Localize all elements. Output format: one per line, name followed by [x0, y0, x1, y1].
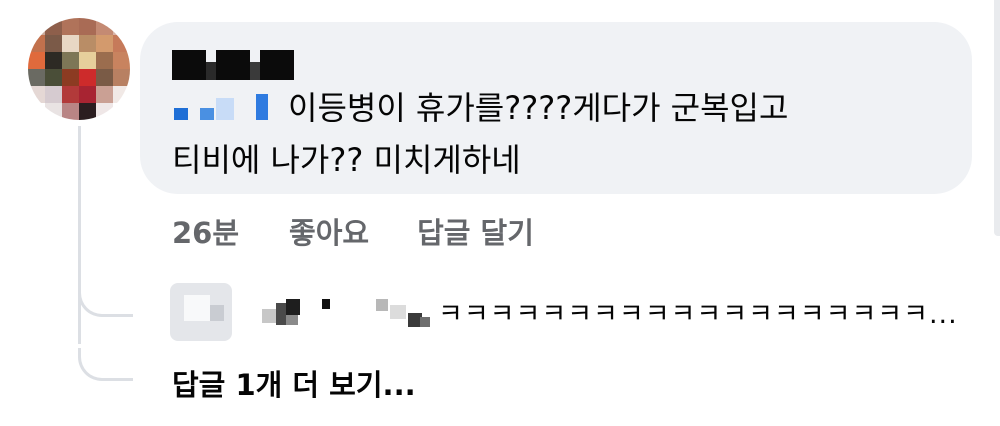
- pixelated-avatar-image: [28, 18, 130, 120]
- like-button[interactable]: 좋아요: [289, 210, 369, 252]
- reply-author-redacted[interactable]: [258, 295, 438, 329]
- comment-text-line-1: 이등병이 휴가를????게다가 군복입고: [288, 89, 789, 127]
- author-name-redacted[interactable]: [172, 50, 294, 80]
- reply-avatar[interactable]: [170, 283, 232, 341]
- thread-branch-line: [78, 284, 133, 317]
- reply-preview-text: ㅋㅋㅋㅋㅋㅋㅋㅋㅋㅋㅋㅋㅋㅋㅋㅋㅋㅋㅋ...: [438, 299, 958, 330]
- thread-connector-line: [78, 126, 81, 344]
- comment-thread: 이등병이 휴가를????게다가 군복입고 티비에 나가?? 미치게하네 26분 …: [0, 0, 1000, 426]
- thread-branch-line: [78, 348, 133, 381]
- pixelated-avatar-block: [210, 305, 224, 321]
- reply-preview[interactable]: ㅋㅋㅋㅋㅋㅋㅋㅋㅋㅋㅋㅋㅋㅋㅋㅋㅋㅋㅋ...: [258, 292, 958, 331]
- comment-bubble[interactable]: 이등병이 휴가를????게다가 군복입고 티비에 나가?? 미치게하네: [140, 22, 972, 194]
- reply-button[interactable]: 답글 달기: [417, 210, 534, 252]
- comment-text-line-2: 티비에 나가?? 미치게하네: [172, 141, 521, 179]
- commenter-avatar[interactable]: [28, 18, 130, 120]
- view-more-replies-link[interactable]: 답글 1개 더 보기...: [172, 362, 416, 404]
- scrollbar[interactable]: [994, 0, 1000, 236]
- pixelated-avatar-block: [184, 295, 210, 321]
- comment-timestamp[interactable]: 26분: [172, 210, 239, 252]
- comment-actions: 26분 좋아요 답글 달기: [172, 210, 582, 252]
- tagged-user-redacted[interactable]: [174, 94, 268, 120]
